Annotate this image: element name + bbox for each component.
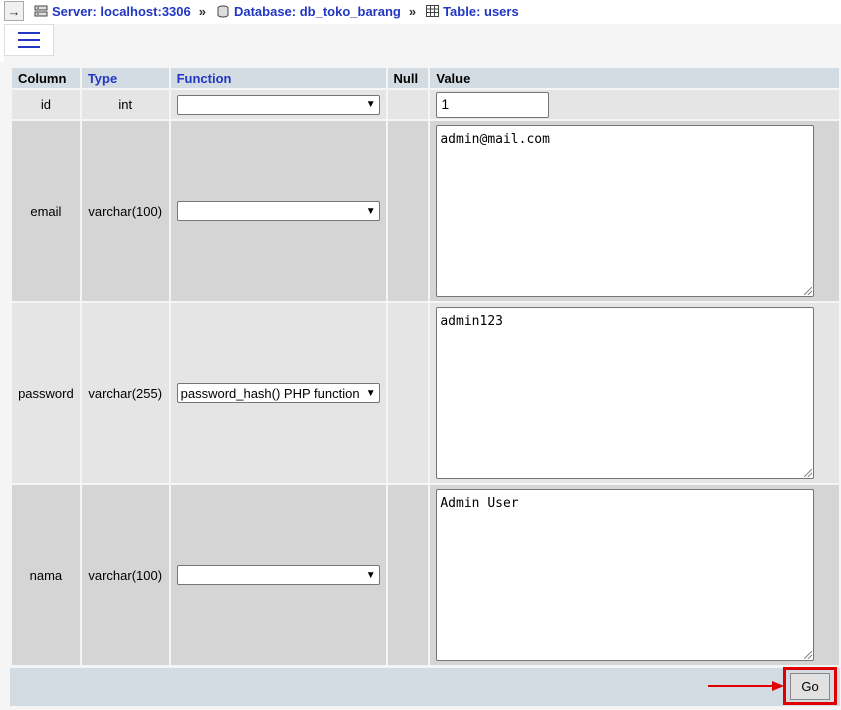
function-select[interactable]: ▼ [176,565,380,585]
breadcrumb-server[interactable]: Server: localhost:3306 [34,4,191,19]
resize-handle-icon[interactable] [804,469,813,477]
database-link[interactable]: Database: db_toko_barang [234,4,401,19]
column-name: nama [12,485,80,665]
value-textarea[interactable]: admin123 [436,307,815,479]
chevron-down-icon: ▼ [365,569,376,581]
hamburger-menu-icon[interactable] [4,24,54,56]
function-cell: ▼ [170,485,386,665]
chevron-down-icon: ▼ [365,99,376,110]
column-type: int [81,90,169,119]
breadcrumb-database[interactable]: Database: db_toko_barang [216,4,401,19]
table-row: password varchar(255) password_hash() PH… [12,303,839,483]
menu-bar [4,24,841,62]
arrow-right-icon: → [7,3,21,19]
header-function[interactable]: Function [170,68,386,88]
chevron-down-icon: ▼ [365,205,376,217]
function-cell: ▼ [170,90,386,119]
column-name: id [12,90,80,119]
chevron-down-icon: ▼ [365,387,376,399]
go-button-highlight: Go [783,667,837,705]
collapse-nav-button[interactable]: → [4,1,24,21]
table-row: email varchar(100) ▼ admin@mail.com [12,121,839,301]
header-column: Column [12,68,80,88]
value-cell: admin@mail.com [430,121,839,301]
column-type: varchar(100) [81,485,169,665]
null-cell [387,303,429,483]
database-icon [216,5,230,18]
column-type: varchar(255) [81,303,169,483]
header-null: Null [387,68,429,88]
breadcrumb-separator: » [408,3,417,19]
breadcrumb: → Server: localhost:3306 » Database: db_… [0,0,841,22]
server-link[interactable]: Server: localhost:3306 [52,4,191,19]
value-cell: admin123 [430,303,839,483]
table-row: id int ▼ 1 [12,90,839,119]
insert-form: Column Type Function Null Value id int ▼… [0,62,841,710]
go-button[interactable]: Go [790,673,830,700]
header-value: Value [430,68,839,88]
header-type[interactable]: Type [81,68,169,88]
function-cell: ▼ [170,121,386,301]
column-type: varchar(100) [81,121,169,301]
red-arrow-annotation [708,681,784,691]
value-cell: 1 [430,90,839,119]
function-select[interactable]: password_hash() PHP function ▼ [176,383,380,403]
null-cell [387,90,429,119]
table-icon [426,5,440,17]
resize-handle-icon[interactable] [804,651,813,659]
value-textarea[interactable]: Admin User [436,489,815,661]
value-cell: Admin User [430,485,839,665]
breadcrumb-separator: » [198,3,206,19]
form-footer: Go [10,667,840,706]
insert-table: Column Type Function Null Value id int ▼… [10,66,841,667]
column-name: password [12,303,80,483]
function-cell: password_hash() PHP function ▼ [170,303,386,483]
function-select[interactable]: ▼ [176,201,380,221]
table-link[interactable]: Table: users [443,4,519,19]
value-input[interactable]: 1 [436,91,550,118]
server-icon [34,5,48,18]
function-select[interactable]: ▼ [176,94,380,115]
null-cell [387,121,429,301]
breadcrumb-table[interactable]: Table: users [426,4,519,19]
resize-handle-icon[interactable] [804,287,813,295]
column-name: email [12,121,80,301]
table-row: nama varchar(100) ▼ Admin User [12,485,839,665]
null-cell [387,485,429,665]
value-textarea[interactable]: admin@mail.com [436,125,815,297]
